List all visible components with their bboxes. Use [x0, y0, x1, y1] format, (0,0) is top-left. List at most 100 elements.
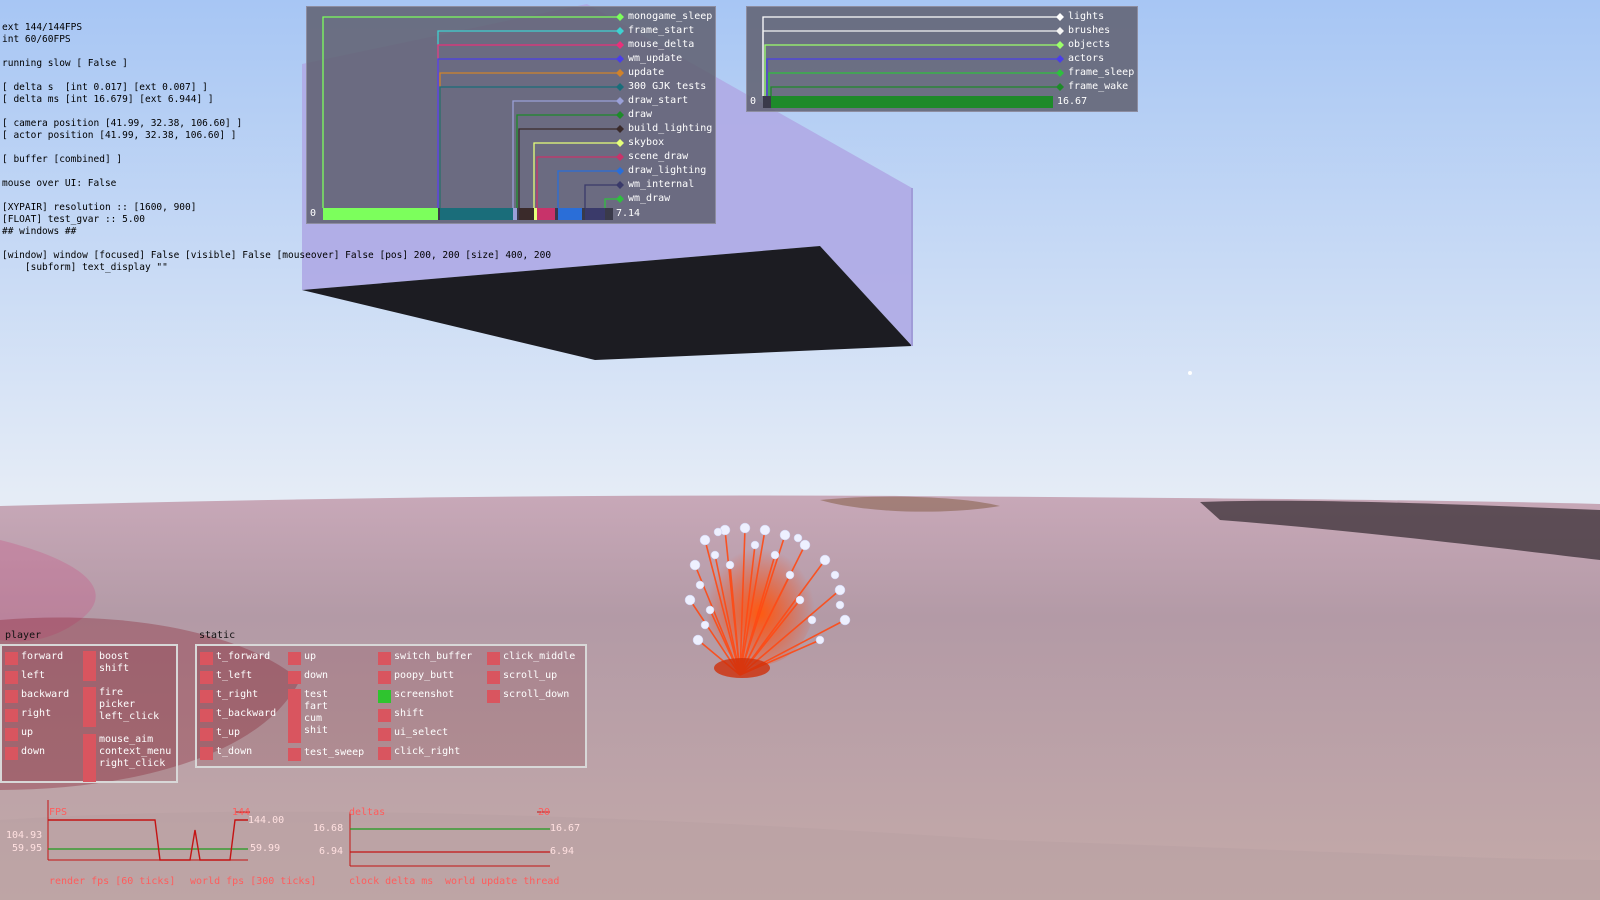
profiler-entry-label: wm_internal: [628, 179, 695, 190]
profiler-leader-line: [764, 44, 1060, 96]
fps-value-top-right: 144.00: [248, 815, 285, 826]
profiler-segment: [537, 208, 555, 220]
profiler-entry-label: frame_wake: [1068, 81, 1129, 92]
profiler-segment: [513, 208, 517, 220]
deltas-legend-clock: clock delta ms: [349, 876, 434, 887]
distant-light: [1188, 371, 1192, 375]
profiler-marker: [616, 139, 624, 147]
key-label: click_middle: [503, 651, 576, 662]
deltas-legend-world: world update thread: [445, 876, 560, 887]
deltas-graph-max: 20: [538, 807, 551, 818]
deltas-value-left-bottom: 6.94: [319, 846, 344, 857]
profiler-entry-label: wm_update: [628, 53, 683, 64]
key-state-indicator: [5, 671, 18, 684]
deltas-value-right-top: 16.67: [550, 823, 581, 834]
key-state-indicator: [487, 652, 500, 665]
key-label: t_backward: [216, 708, 277, 719]
key-label: shift: [394, 708, 425, 719]
profiler-marker: [616, 27, 624, 35]
fps-value-left-mid: 59.95: [12, 843, 43, 854]
profiler-marker: [616, 195, 624, 203]
profiler-marker: [1056, 69, 1064, 77]
key-state-indicator: [378, 671, 391, 684]
profiler-marker: [616, 69, 624, 77]
profiler-entry-label: actors: [1068, 53, 1105, 64]
fps-render-line: [48, 819, 248, 861]
key-state-indicator: [83, 651, 96, 681]
key-label: forward: [21, 651, 64, 662]
profiler-entry-label: brushes: [1068, 25, 1111, 36]
profiler-marker: [1056, 13, 1064, 21]
static-input-panel: t_forward t_left t_right t_backward t_up t_do…: [195, 644, 587, 768]
profiler-entry-label: build_lighting: [628, 123, 713, 134]
key-label: up: [304, 651, 317, 662]
key-state-indicator: [288, 652, 301, 665]
key-label: t_forward: [216, 651, 271, 662]
debug-line: [subform] text_display "": [2, 262, 168, 273]
profiler-segment: [323, 208, 438, 220]
key-state-indicator: [288, 748, 301, 761]
profiler-leader-line: [768, 72, 1060, 96]
deltas-graph-title: deltas: [349, 807, 386, 818]
fps-value-right-mid: 59.99: [250, 843, 281, 854]
profiler-segment: [771, 96, 1053, 108]
profiler-leader-line: [766, 58, 1060, 96]
profiler-entry-label: scene_draw: [628, 151, 689, 162]
profiler-leader-line: [437, 30, 620, 208]
key-label: right: [21, 708, 52, 719]
profiler-total-label: 7.14: [616, 208, 641, 219]
profiler-marker: [1056, 27, 1064, 35]
key-label: backward: [21, 689, 70, 700]
key-label: left: [21, 670, 46, 681]
profiler-entry-label: lights: [1068, 11, 1105, 22]
profiler-leader-line: [762, 30, 1060, 96]
fps-graph-title: FPS: [49, 807, 68, 818]
key-label: boost shift: [99, 651, 130, 674]
key-state-indicator: [288, 671, 301, 684]
profiler-leader-line: [439, 86, 620, 208]
profiler-marker: [616, 13, 624, 21]
key-state-indicator: [378, 709, 391, 722]
profiler-leader-line: [770, 86, 1060, 96]
key-state-indicator: [200, 709, 213, 722]
deltas-value-left-top: 16.68: [313, 823, 344, 834]
key-label: up: [21, 727, 34, 738]
debug-line: [window] window [focused] False [visible…: [2, 250, 552, 261]
key-label: scroll_down: [503, 689, 570, 700]
profiler-entry-label: monogame_sleep: [628, 11, 713, 22]
key-label: screenshot: [394, 689, 455, 700]
key-state-indicator: [5, 652, 18, 665]
key-state-indicator: [378, 652, 391, 665]
key-state-indicator: [487, 671, 500, 684]
profiler-leader-line: [584, 184, 620, 208]
key-label: click_right: [394, 746, 461, 757]
profiler-entry-label: frame_start: [628, 25, 695, 36]
profiler-entry-label: mouse_delta: [628, 39, 695, 50]
static-section-title: static: [199, 630, 236, 641]
key-state-indicator: [5, 728, 18, 741]
key-state-indicator: [200, 747, 213, 760]
key-label: mouse_aim context_menu right_click: [99, 734, 172, 769]
graphs-area: FPS 144 144.00 104.93 59.95 59.99 render…: [0, 800, 600, 900]
key-label: ui_select: [394, 727, 449, 738]
player-section-title: player: [5, 630, 42, 641]
key-state-indicator: [487, 690, 500, 703]
key-state-indicator: [5, 747, 18, 760]
profiler-leader-line: [437, 44, 620, 208]
debug-line: ## windows ##: [2, 226, 77, 237]
key-label: down: [304, 670, 329, 681]
key-label: test fart cum shit: [304, 689, 329, 736]
deltas-value-right-bottom: 6.94: [550, 846, 575, 857]
key-state-indicator: [83, 687, 96, 727]
profiler-entry-label: frame_sleep: [1068, 67, 1135, 78]
key-state-indicator: [200, 690, 213, 703]
key-state-indicator: [378, 690, 391, 703]
profiler-entry-label: draw: [628, 109, 653, 120]
profiler-world-total-label: 16.67: [1057, 96, 1088, 107]
key-state-indicator: [378, 747, 391, 760]
profiler-segment: [440, 208, 513, 220]
profiler-marker: [616, 181, 624, 189]
profiler-segment: [519, 208, 534, 220]
key-label: scroll_up: [503, 670, 558, 681]
profiler-marker: [616, 97, 624, 105]
